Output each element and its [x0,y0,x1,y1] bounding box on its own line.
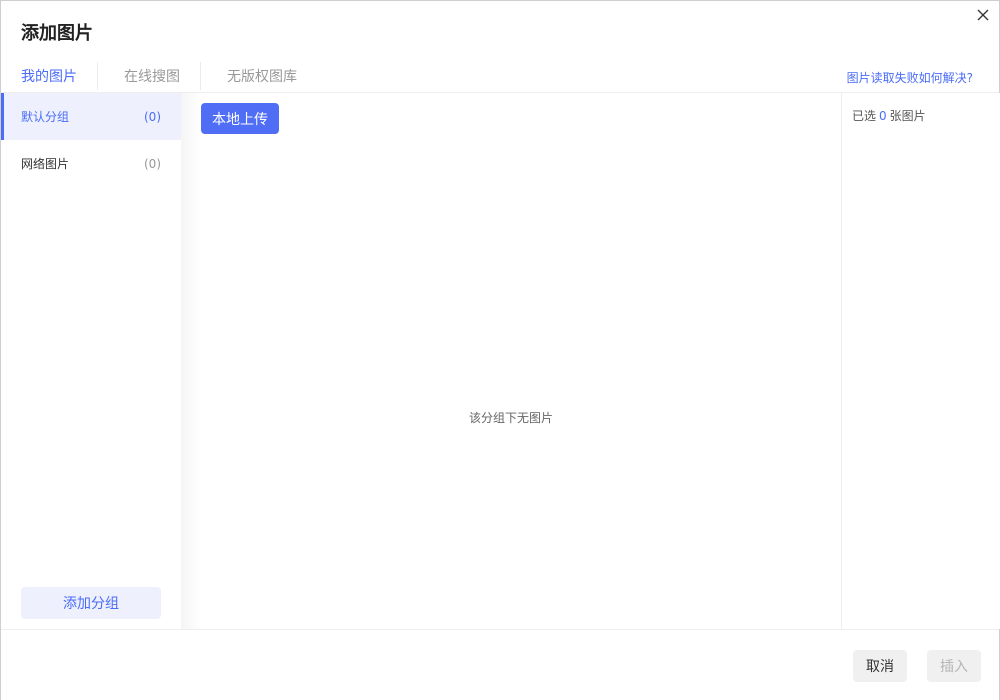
dialog-title: 添加图片 [21,23,93,44]
group-item-web-images[interactable]: 网络图片 (0) [1,140,181,187]
tab-divider [97,62,98,90]
close-icon[interactable] [975,7,991,23]
group-sidebar: 默认分组 (0) 网络图片 (0) 添加分组 [1,93,181,629]
group-count: (0) [144,109,161,124]
empty-state-text: 该分组下无图片 [468,411,553,425]
tab-bar: 我的图片 在线搜图 无版权图库 [21,61,297,94]
tab-online-search[interactable]: 在线搜图 [124,66,180,94]
group-label: 默认分组 [21,110,70,124]
tab-my-images[interactable]: 我的图片 [21,66,77,94]
tab-copyright-free-gallery[interactable]: 无版权图库 [227,66,297,94]
group-item-default[interactable]: 默认分组 (0) [1,93,181,140]
selected-count-info: 已选 0 张图片 [852,107,926,124]
dialog-footer: 取消 插入 [1,629,999,700]
local-upload-button[interactable]: 本地上传 [201,103,279,134]
group-count: (0) [144,156,161,171]
add-group-button[interactable]: 添加分组 [21,587,161,619]
cancel-button[interactable]: 取消 [853,650,907,682]
selected-suffix: 张图片 [889,109,926,123]
insert-button[interactable]: 插入 [927,650,981,682]
tab-divider [200,62,201,90]
group-label: 网络图片 [21,157,70,171]
selected-prefix: 已选 [852,109,877,123]
add-image-dialog: 添加图片 我的图片 在线搜图 无版权图库 图片读取失败如何解决? 默认分组 (0… [0,0,1000,700]
selected-count: 0 [879,109,887,123]
help-link[interactable]: 图片读取失败如何解决? [847,69,973,86]
image-area: 本地上传 该分组下无图片 [181,93,841,629]
selection-panel: 已选 0 张图片 [841,93,1000,629]
